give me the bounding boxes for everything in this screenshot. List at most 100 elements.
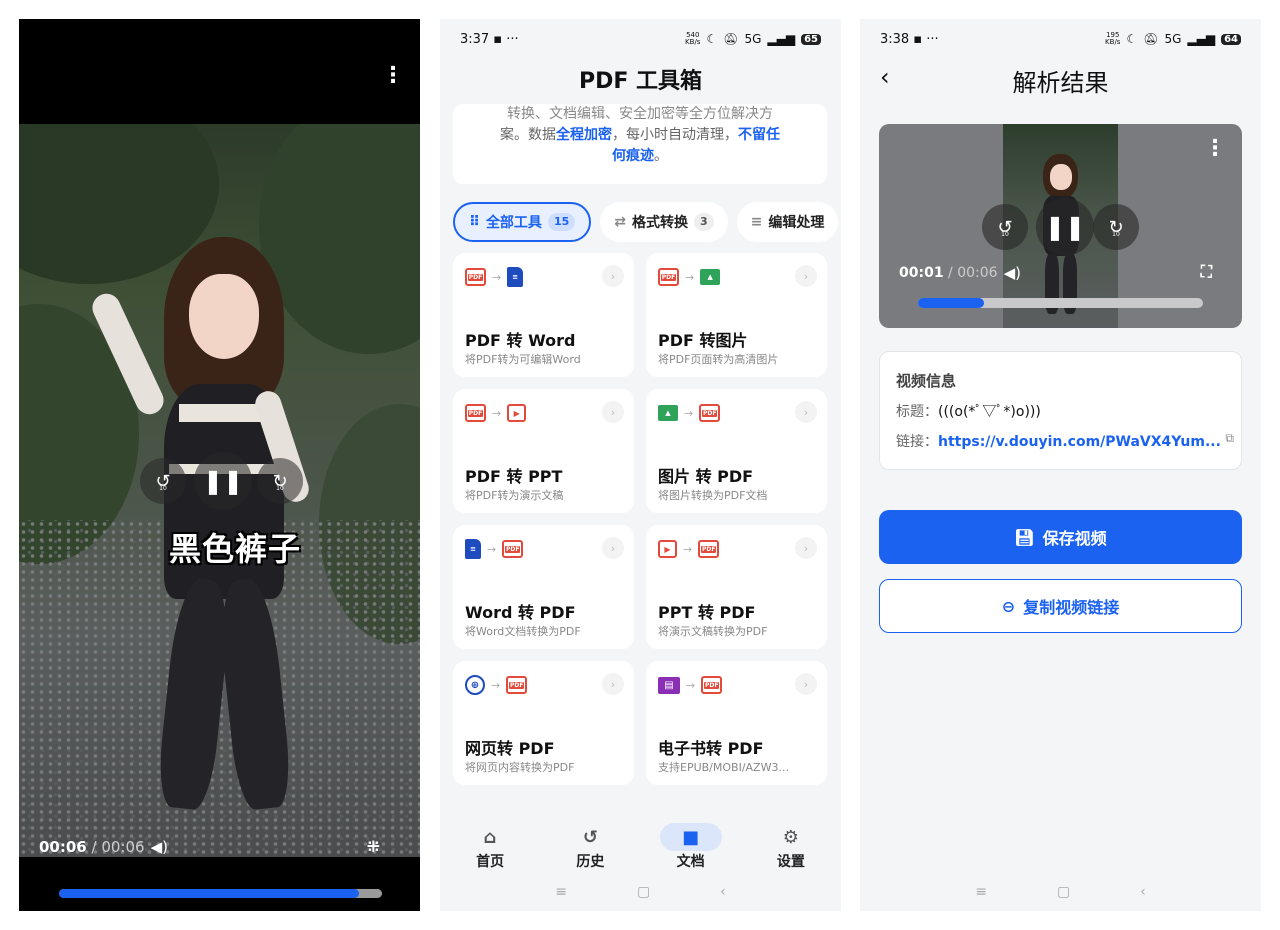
tool-pdf-to-ppt[interactable]: PDF → ▶ › PDF 转 PPT 将PDF转为演示文稿 (453, 389, 634, 513)
back-nav-icon[interactable]: ‹ (720, 884, 726, 900)
tool-pdf-to-word[interactable]: PDF → ≡ › PDF 转 Word 将PDF转为可编辑Word (453, 253, 634, 377)
copy-icon[interactable]: ⧉ (1225, 431, 1234, 445)
page-title: 解析结果 (1012, 69, 1109, 97)
status-bar: 3:38 ▪ ··· 195 KB/s ☾ 🔕︎ 5G ▂▄▆ 64 (860, 19, 1261, 59)
pause-button[interactable]: ❚❚ (1036, 198, 1094, 256)
tool-web-to-pdf[interactable]: ⊕ → PDF › 网页转 PDF 将网页内容转换为PDF (453, 661, 634, 785)
tool-ppt-to-pdf[interactable]: ▶ → PDF › PPT 转 PDF 将演示文稿转换为PDF (646, 525, 827, 649)
chevron-right-icon: › (602, 265, 624, 287)
seek-bar-progress (918, 298, 984, 308)
pdf-icon: PDF (465, 404, 486, 422)
save-video-button[interactable]: 💾︎ 保存视频 (879, 510, 1242, 564)
chevron-right-icon: › (602, 673, 624, 695)
home-nav-icon[interactable]: ▢ (637, 884, 650, 900)
chevron-right-icon: › (602, 401, 624, 423)
category-chips: ⠿ 全部工具 15 ⇄ 格式转换 3 ≡ 编辑处理 (453, 202, 839, 242)
link-icon: ⊖ (1001, 596, 1016, 616)
image-icon: ▲ (658, 405, 678, 421)
chip-format-convert[interactable]: ⇄ 格式转换 3 (600, 202, 728, 242)
video-link[interactable]: https://v.douyin.com/PWaVX4Yum... (938, 434, 1221, 450)
system-nav-bar: ≡ ▢ ‹ (440, 877, 841, 907)
menu-nav-icon[interactable]: ≡ (975, 884, 987, 900)
copy-link-button[interactable]: ⊖ 复制视频链接 (879, 579, 1242, 633)
info-title-row: 标题：(((o(*ﾟ▽ﾟ*)o))) (896, 404, 1041, 420)
parse-result-panel: 3:38 ▪ ··· 195 KB/s ☾ 🔕︎ 5G ▂▄▆ 64 解析结果 ‹ ⋮… (860, 19, 1261, 911)
video-info-card: 视频信息 标题：(((o(*ﾟ▽ﾟ*)o))) 链接：https://v.dou… (879, 351, 1242, 470)
forward-10-button[interactable]: ↻ 10 (1093, 204, 1139, 250)
seek-bar[interactable] (59, 889, 382, 898)
tool-ebook-to-pdf[interactable]: ▤ → PDF › 电子书转 PDF 支持EPUB/MOBI/AZW3... (646, 661, 827, 785)
chevron-right-icon: › (795, 265, 817, 287)
tab-settings[interactable]: ⚙ 设置 (751, 809, 831, 879)
rewind-10-button[interactable]: ↺ 10 (982, 204, 1028, 250)
tool-grid: PDF → ≡ › PDF 转 Word 将PDF转为可编辑Word PDF → ▲ ›… (453, 253, 827, 785)
forward-10-button[interactable]: ↻ 10 (257, 458, 303, 504)
chevron-right-icon: › (795, 673, 817, 695)
intro-card: 转换、文档编辑、安全加密等全方位解决方 案。数据全程加密，每小时自动清理，不留任… (453, 104, 827, 184)
video-title: (((o(*ﾟ▽ﾟ*)o))) (938, 404, 1041, 420)
tool-image-to-pdf[interactable]: ▲ → PDF › 图片 转 PDF 将图片转换为PDF文档 (646, 389, 827, 513)
exit-fullscreen-icon[interactable]: ⁜ (367, 837, 380, 856)
page-title: PDF 工具箱 (578, 69, 703, 94)
bottom-tab-bar: ⌂ 首页 ↺ 历史 ■ 文档 ⚙ 设置 (440, 809, 841, 879)
more-options-icon[interactable]: ⋮ (382, 65, 404, 87)
pdf-icon: PDF (699, 404, 721, 422)
seek-bar-progress (59, 889, 360, 898)
home-nav-icon[interactable]: ▢ (1057, 884, 1070, 900)
signal-icon: ▂▄▆ (1187, 32, 1216, 46)
menu-nav-icon[interactable]: ≡ (555, 884, 567, 900)
pdf-toolbox-panel: 3:37 ▪ ··· 540 KB/s ☾ 🔕︎ 5G ▂▄▆ 65 PDF 工具箱 … (440, 19, 841, 911)
word-doc-icon: ≡ (465, 539, 481, 559)
pdf-icon: PDF (698, 540, 720, 558)
pdf-icon: PDF (658, 268, 679, 286)
chip-edit-process[interactable]: ≡ 编辑处理 (736, 202, 839, 242)
pause-button[interactable]: ❚❚ (194, 452, 252, 510)
video-player[interactable]: ⋮ ↺ 10 ❚❚ ↻ 10 00:01 / 00:06 ◀) ⛶ (879, 124, 1242, 328)
tab-history[interactable]: ↺ 历史 (550, 809, 630, 879)
chip-all-tools[interactable]: ⠿ 全部工具 15 (453, 202, 592, 242)
playback-time: 00:06 / 00:06 ◀) (39, 838, 168, 856)
convert-icon: ⇄ (614, 214, 626, 230)
gear-icon: ⚙ (782, 826, 799, 848)
history-icon: ↺ (582, 826, 598, 848)
tool-pdf-to-image[interactable]: PDF → ▲ › PDF 转图片 将PDF页面转为高清图片 (646, 253, 827, 377)
tab-documents[interactable]: ■ 文档 (651, 809, 731, 879)
more-options-icon[interactable]: ⋮ (1204, 138, 1226, 160)
battery-icon: 64 (1221, 33, 1241, 45)
image-icon: ▲ (700, 269, 721, 285)
video-frame[interactable]: ↺ 10 ❚❚ ↻ 10 黑色裤子 (19, 124, 420, 857)
moon-icon: ☾ (1126, 32, 1138, 46)
pdf-icon: PDF (506, 676, 528, 694)
playback-time: 00:01 / 00:06 ◀) (899, 264, 1021, 282)
book-icon: ▤ (658, 676, 680, 694)
seek-bar[interactable] (918, 298, 1203, 308)
signal-icon: ▂▄▆ (767, 32, 796, 46)
info-heading: 视频信息 (896, 372, 957, 390)
chevron-right-icon: › (795, 401, 817, 423)
ppt-icon: ▶ (507, 404, 527, 422)
home-icon: ⌂ (483, 826, 497, 848)
edit-icon: ≡ (750, 214, 763, 230)
system-nav-bar: ≡ ▢ ‹ (860, 877, 1261, 907)
globe-icon: ⊕ (465, 675, 485, 695)
grid-icon: ⠿ (469, 214, 480, 230)
volume-icon[interactable]: ◀) (151, 838, 168, 856)
pdf-icon: PDF (502, 540, 524, 558)
volume-icon[interactable]: ◀) (1004, 264, 1021, 282)
page-header: 解析结果 ‹ (860, 63, 1261, 103)
mute-icon: 🔕︎ (723, 32, 739, 46)
save-icon: 💾︎ (1014, 527, 1035, 547)
pdf-icon: PDF (701, 676, 723, 694)
status-bar: 3:37 ▪ ··· 540 KB/s ☾ 🔕︎ 5G ▂▄▆ 65 (440, 19, 841, 59)
moon-icon: ☾ (706, 32, 718, 46)
tab-home[interactable]: ⌂ 首页 (450, 809, 530, 879)
back-nav-icon[interactable]: ‹ (1140, 884, 1146, 900)
tool-word-to-pdf[interactable]: ≡ → PDF › Word 转 PDF 将Word文档转换为PDF (453, 525, 634, 649)
fullscreen-video-panel: ⋮ ↺ 10 ❚❚ ↻ 10 黑色裤子 00:06 / 00:06 ◀) ⁜ (19, 19, 420, 911)
back-arrow-icon[interactable]: ‹ (880, 63, 890, 91)
pdf-icon: PDF (465, 268, 486, 286)
ppt-icon: ▶ (658, 540, 677, 558)
fullscreen-icon[interactable]: ⛶ (1201, 262, 1212, 282)
rewind-10-button[interactable]: ↺ 10 (140, 458, 186, 504)
folder-icon: ■ (659, 823, 722, 851)
